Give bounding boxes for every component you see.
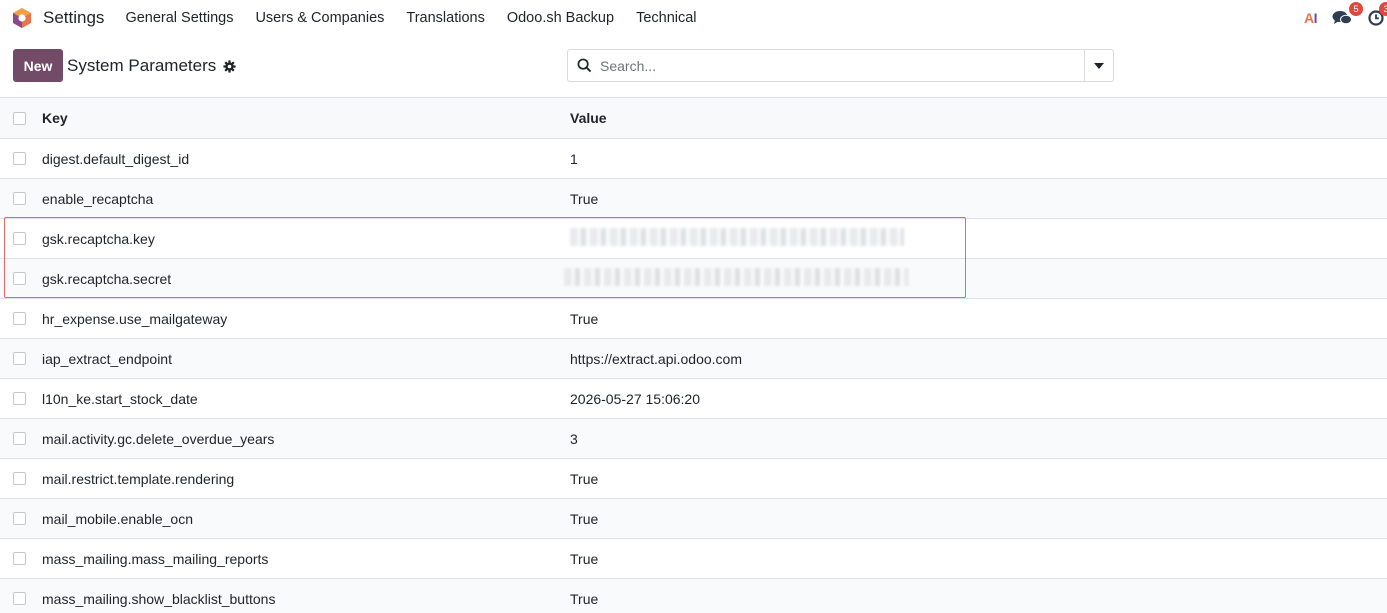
value-cell-redacted: [570, 228, 904, 249]
row-checkbox[interactable]: [13, 392, 26, 405]
value-cell: True: [570, 470, 599, 487]
table-row[interactable]: iap_extract_endpoint https://extract.api…: [0, 339, 1387, 379]
ai-icon[interactable]: AI: [1303, 10, 1318, 26]
search-bar: [567, 49, 1114, 82]
menu-translations[interactable]: Translations: [406, 10, 484, 26]
table-row[interactable]: gsk.recaptcha.key: [0, 219, 1387, 259]
value-cell: https://extract.api.odoo.com: [570, 350, 742, 367]
key-cell: enable_recaptcha: [42, 190, 154, 207]
row-checkbox[interactable]: [13, 552, 26, 565]
row-checkbox[interactable]: [13, 512, 26, 525]
systray: AI 5 3: [1304, 0, 1387, 36]
menu-general-settings[interactable]: General Settings: [125, 10, 233, 26]
column-header-key[interactable]: Key: [42, 110, 570, 126]
menu-odoo-sh-backup[interactable]: Odoo.sh Backup: [507, 10, 614, 26]
messages-button[interactable]: 5: [1331, 2, 1363, 28]
value-cell: 3: [570, 430, 578, 447]
key-cell: digest.default_digest_id: [42, 150, 190, 167]
row-checkbox[interactable]: [13, 312, 26, 325]
search-options-toggle[interactable]: [1084, 50, 1113, 81]
table-row[interactable]: mail_mobile.enable_ocn True: [0, 499, 1387, 539]
table-row[interactable]: mail.restrict.template.rendering True: [0, 459, 1387, 499]
key-cell: l10n_ke.start_stock_date: [42, 390, 198, 407]
odoo-app-logo-icon[interactable]: [12, 7, 32, 29]
ai-icon-letter-i: I: [1313, 10, 1318, 26]
app-name[interactable]: Settings: [43, 8, 104, 28]
row-checkbox[interactable]: [13, 432, 26, 445]
key-cell: mass_mailing.mass_mailing_reports: [42, 550, 269, 567]
search-input[interactable]: [600, 50, 1084, 81]
select-all-checkbox[interactable]: [13, 111, 26, 125]
key-cell: mail_mobile.enable_ocn: [42, 510, 193, 527]
key-cell: hr_expense.use_mailgateway: [42, 310, 228, 327]
key-cell: gsk.recaptcha.secret: [42, 270, 172, 287]
top-navbar: Settings General Settings Users & Compan…: [0, 0, 1387, 36]
table-row[interactable]: mass_mailing.show_blacklist_buttons True: [0, 579, 1387, 613]
value-cell: True: [570, 550, 599, 567]
control-panel: New System Parameters: [0, 36, 1387, 98]
messages-badge: 5: [1349, 2, 1363, 16]
row-checkbox[interactable]: [13, 192, 26, 205]
key-cell: mail.restrict.template.rendering: [42, 470, 235, 487]
ai-icon-letter-a: A: [1303, 10, 1314, 26]
value-cell: True: [570, 310, 599, 327]
value-cell-redacted: [564, 268, 909, 289]
page-title: System Parameters: [67, 56, 217, 75]
row-checkbox[interactable]: [13, 472, 26, 485]
value-cell: True: [570, 590, 599, 607]
table-row[interactable]: enable_recaptcha True: [0, 179, 1387, 219]
row-checkbox[interactable]: [13, 592, 26, 605]
row-checkbox[interactable]: [13, 272, 26, 285]
caret-down-icon: [1094, 62, 1104, 69]
table-row[interactable]: digest.default_digest_id 1: [0, 139, 1387, 179]
key-cell: gsk.recaptcha.key: [42, 230, 155, 247]
key-cell: iap_extract_endpoint: [42, 350, 172, 367]
row-checkbox[interactable]: [13, 232, 26, 245]
value-cell: 2026-05-27 15:06:20: [570, 390, 700, 407]
system-parameters-list: Key Value digest.default_digest_id 1 ena…: [0, 98, 1387, 613]
table-row[interactable]: gsk.recaptcha.secret: [0, 259, 1387, 299]
row-checkbox[interactable]: [13, 152, 26, 165]
search-icon: [568, 50, 600, 81]
key-cell: mass_mailing.show_blacklist_buttons: [42, 590, 276, 607]
activities-button[interactable]: 3: [1365, 2, 1387, 28]
table-row[interactable]: l10n_ke.start_stock_date 2026-05-27 15:0…: [0, 379, 1387, 419]
menu-technical[interactable]: Technical: [636, 10, 696, 26]
value-cell: 1: [570, 150, 578, 167]
table-header-row: Key Value: [0, 98, 1387, 139]
row-checkbox[interactable]: [13, 352, 26, 365]
breadcrumb: System Parameters: [67, 56, 236, 76]
new-button[interactable]: New: [13, 49, 63, 82]
activities-badge: 3: [1379, 2, 1387, 16]
gear-icon[interactable]: [223, 59, 236, 73]
value-cell: True: [570, 510, 599, 527]
table-row[interactable]: mail.activity.gc.delete_overdue_years 3: [0, 419, 1387, 459]
key-cell: mail.activity.gc.delete_overdue_years: [42, 430, 275, 447]
table-row[interactable]: mass_mailing.mass_mailing_reports True: [0, 539, 1387, 579]
column-header-value[interactable]: Value: [570, 110, 607, 126]
menu-users-companies[interactable]: Users & Companies: [255, 10, 384, 26]
table-row[interactable]: hr_expense.use_mailgateway True: [0, 299, 1387, 339]
value-cell: True: [570, 190, 599, 207]
